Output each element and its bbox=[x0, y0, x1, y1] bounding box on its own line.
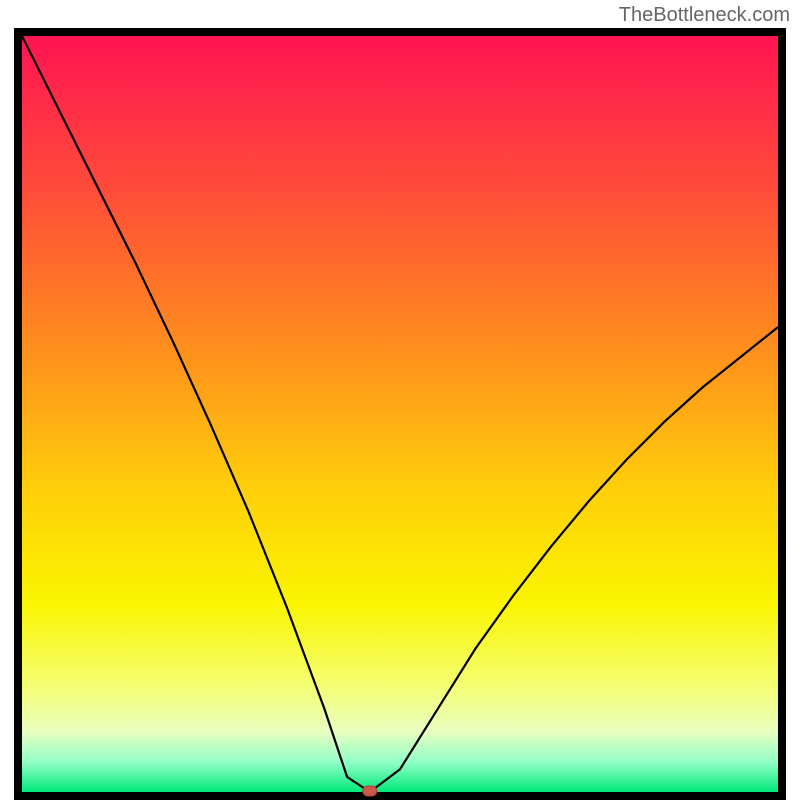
watermark-text: TheBottleneck.com bbox=[619, 4, 790, 27]
bottleneck-chart bbox=[0, 0, 800, 800]
gradient-background bbox=[22, 36, 778, 792]
optimal-marker bbox=[363, 786, 377, 796]
